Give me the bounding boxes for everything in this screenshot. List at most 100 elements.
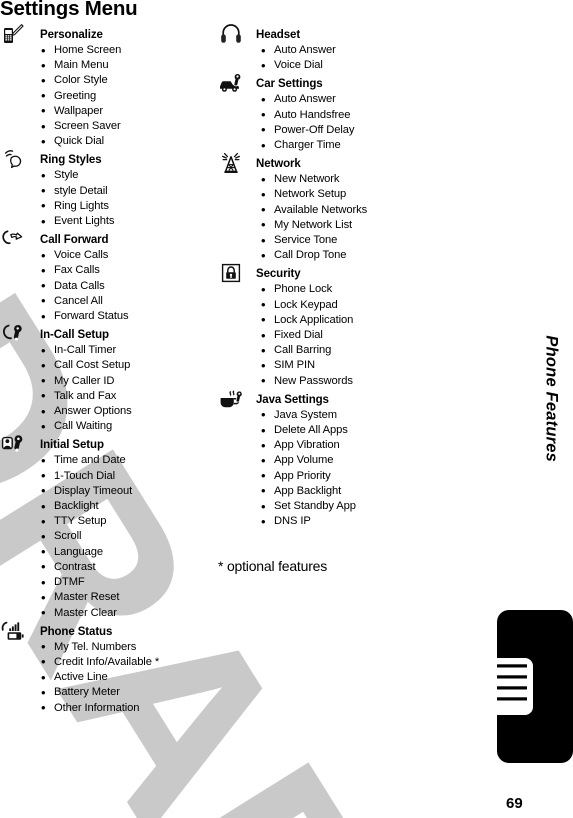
menu-section-header: Personalize — [0, 24, 215, 43]
menu-item: Auto Handsfree — [261, 107, 438, 123]
menu-item: Call Waiting — [41, 419, 215, 434]
menu-item: Wallpaper — [41, 103, 215, 119]
menu-item: Style — [41, 168, 215, 183]
menu-item: Cancel All — [41, 293, 215, 309]
menu-item: Active Line — [41, 670, 215, 685]
menu-item: Greeting — [41, 88, 215, 104]
menu-section: SecurityPhone LockLock KeypadLock Applic… — [218, 264, 438, 389]
menu-section-title: Ring Styles — [40, 154, 102, 167]
menu-item: style Detail — [41, 183, 215, 199]
menu-item-list: Phone LockLock KeypadLock ApplicationFix… — [218, 282, 438, 389]
menu-item: Display Timeout — [41, 483, 215, 499]
menu-section-header: Call Forward — [0, 230, 215, 248]
menu-item: Scroll — [41, 529, 215, 544]
menu-item-list: Time and Date1-Touch DialDisplay Timeout… — [0, 453, 215, 620]
menu-item: Time and Date — [41, 453, 215, 468]
menu-item: Language — [41, 544, 215, 560]
menu-item: Event Lights — [41, 214, 215, 229]
call-forward-icon — [0, 228, 26, 250]
menu-item: SIM PIN — [261, 358, 438, 373]
car-settings-icon — [218, 72, 244, 94]
menu-item: Battery Meter — [41, 685, 215, 700]
menu-item: Master Reset — [41, 590, 215, 605]
menu-section-title: Phone Status — [40, 625, 113, 638]
menu-item: Ring Lights — [41, 198, 215, 214]
menu-item: Lock Application — [261, 312, 438, 328]
menu-item: 1-Touch Dial — [41, 468, 215, 484]
security-lock-icon — [218, 262, 244, 284]
menu-column-left: PersonalizeHome ScreenMain MenuColor Sty… — [0, 24, 215, 720]
menu-item: Contrast — [41, 559, 215, 575]
menu-item: Voice Calls — [41, 248, 215, 263]
menu-section-header: In-Call Setup — [0, 324, 215, 343]
menu-section-title: Call Forward — [40, 234, 109, 247]
menu-section-header: Headset — [218, 24, 438, 43]
menu-section-title: Security — [256, 268, 301, 281]
menu-item: In-Call Timer — [41, 343, 215, 358]
menu-section-title: Car Settings — [256, 78, 323, 91]
menu-item: App Vibration — [261, 438, 438, 453]
menu-item-list: Auto AnswerVoice Dial — [218, 42, 438, 73]
menu-item-list: New NetworkNetwork SetupAvailable Networ… — [218, 172, 438, 263]
phone-status-icon — [0, 620, 26, 642]
menu-item: Fax Calls — [41, 263, 215, 278]
menu-item: My Tel. Numbers — [41, 639, 215, 655]
page-title: Settings Menu — [0, 0, 138, 20]
menu-item: My Network List — [261, 217, 438, 233]
menu-section-title: In-Call Setup — [40, 329, 109, 342]
menu-section-title: Personalize — [40, 29, 103, 41]
ring-bell-icon — [0, 148, 26, 170]
menu-item: My Caller ID — [41, 373, 215, 389]
menu-section-header: Security — [218, 264, 438, 283]
chapter-side-label: Phone Features — [543, 335, 561, 462]
menu-section-header: Java Settings — [218, 390, 438, 408]
phone-pencil-icon — [0, 23, 26, 45]
menu-item: Color Style — [41, 73, 215, 88]
menu-item: App Priority — [261, 468, 438, 484]
menu-section: Ring StylesStyle style DetailRing Lights… — [0, 150, 215, 229]
initial-setup-icon — [0, 433, 26, 455]
menu-item: Set Standby App — [261, 499, 438, 514]
menu-item-list: Java SystemDelete All AppsApp VibrationA… — [218, 407, 438, 530]
menu-item: Call Drop Tone — [261, 248, 438, 263]
menu-item: TTY Setup — [41, 514, 215, 529]
thumb-index-tab-graphic — [470, 610, 573, 763]
menu-section-title: Initial Setup — [40, 439, 104, 452]
menu-item: DTMF — [41, 575, 215, 590]
menu-item: Main Menu — [41, 58, 215, 73]
menu-item: Screen Saver — [41, 119, 215, 134]
page-number: 69 — [506, 795, 523, 812]
menu-item-list: Auto AnswerAuto HandsfreePower-Off Delay… — [218, 92, 438, 153]
menu-item: Phone Lock — [261, 282, 438, 297]
menu-item: Charger Time — [261, 138, 438, 153]
menu-section: In-Call SetupIn-Call TimerCall Cost Setu… — [0, 324, 215, 434]
menu-item: Credit Info/Available * — [41, 654, 215, 670]
menu-item: Available Networks — [261, 202, 438, 218]
menu-section-header: Car Settings — [218, 73, 438, 93]
menu-item: Other Information — [41, 700, 215, 716]
menu-item-list: Style style DetailRing LightsEvent Light… — [0, 168, 215, 229]
menu-item: Home Screen — [41, 42, 215, 58]
menu-item: Lock Keypad — [261, 297, 438, 313]
menu-item: Answer Options — [41, 404, 215, 419]
menu-section-title: Java Settings — [256, 393, 329, 406]
menu-section-header: Network — [218, 153, 438, 174]
menu-item: New Network — [261, 172, 438, 187]
menu-item: Data Calls — [41, 278, 215, 294]
thumb-index-tab — [470, 610, 573, 763]
menu-section: Call ForwardVoice CallsFax CallsData Cal… — [0, 230, 215, 324]
network-tower-icon — [218, 152, 244, 174]
menu-section: Java SettingsJava SystemDelete All AppsA… — [218, 390, 438, 530]
menu-item: Network Setup — [261, 187, 438, 202]
menu-item: Backlight — [41, 499, 215, 514]
menu-item: Auto Answer — [261, 92, 438, 107]
menu-item-list: Home ScreenMain MenuColor StyleGreetingW… — [0, 42, 215, 149]
menu-item: Java System — [261, 407, 438, 423]
menu-item: Service Tone — [261, 233, 438, 248]
menu-item: Forward Status — [41, 309, 215, 324]
menu-item: Auto Answer — [261, 42, 438, 58]
menu-item: Fixed Dial — [261, 328, 438, 343]
menu-section-header: Initial Setup — [0, 435, 215, 453]
menu-item: Master Clear — [41, 605, 215, 621]
menu-item: Call Cost Setup — [41, 358, 215, 373]
